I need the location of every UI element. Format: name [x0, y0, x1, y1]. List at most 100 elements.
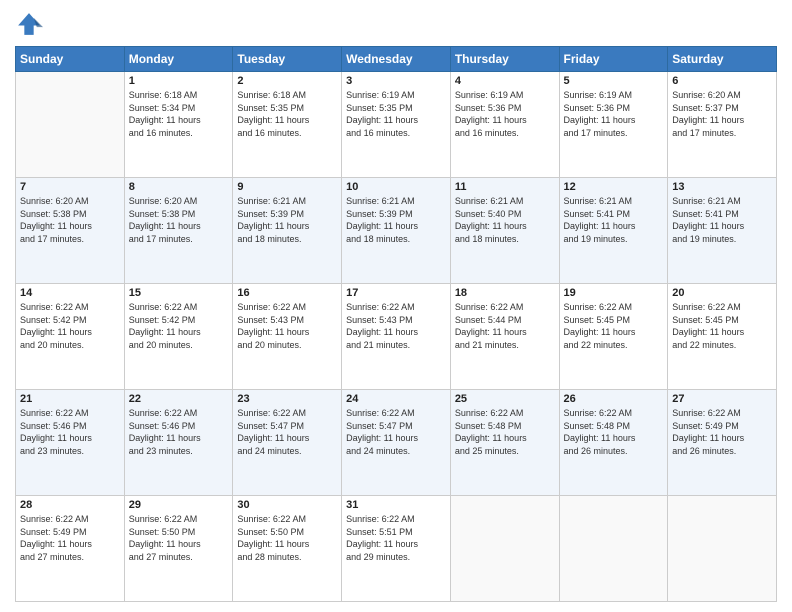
day-number: 23: [237, 393, 337, 405]
day-number: 29: [129, 499, 229, 511]
day-number: 22: [129, 393, 229, 405]
day-number: 17: [346, 287, 446, 299]
calendar-cell: [559, 496, 668, 602]
day-number: 5: [564, 75, 664, 87]
calendar-cell: 20 Sunrise: 6:22 AM Sunset: 5:45 PM Dayli…: [668, 284, 777, 390]
day-number: 25: [455, 393, 555, 405]
day-info: Sunrise: 6:22 AM Sunset: 5:47 PM Dayligh…: [237, 407, 337, 457]
calendar-cell: 25 Sunrise: 6:22 AM Sunset: 5:48 PM Dayli…: [450, 390, 559, 496]
day-number: 2: [237, 75, 337, 87]
day-number: 10: [346, 181, 446, 193]
day-info: Sunrise: 6:20 AM Sunset: 5:38 PM Dayligh…: [20, 195, 120, 245]
week-row-3: 14 Sunrise: 6:22 AM Sunset: 5:42 PM Dayli…: [16, 284, 777, 390]
calendar-cell: 26 Sunrise: 6:22 AM Sunset: 5:48 PM Dayli…: [559, 390, 668, 496]
day-number: 6: [672, 75, 772, 87]
calendar-cell: 1 Sunrise: 6:18 AM Sunset: 5:34 PM Daylig…: [124, 72, 233, 178]
week-row-5: 28 Sunrise: 6:22 AM Sunset: 5:49 PM Dayli…: [16, 496, 777, 602]
calendar-cell: 29 Sunrise: 6:22 AM Sunset: 5:50 PM Dayli…: [124, 496, 233, 602]
day-info: Sunrise: 6:21 AM Sunset: 5:39 PM Dayligh…: [346, 195, 446, 245]
day-number: 1: [129, 75, 229, 87]
day-info: Sunrise: 6:22 AM Sunset: 5:46 PM Dayligh…: [20, 407, 120, 457]
day-number: 20: [672, 287, 772, 299]
day-info: Sunrise: 6:22 AM Sunset: 5:49 PM Dayligh…: [20, 513, 120, 563]
day-info: Sunrise: 6:22 AM Sunset: 5:45 PM Dayligh…: [672, 301, 772, 351]
day-number: 16: [237, 287, 337, 299]
calendar-cell: 9Sunrise: 6:21 AM Sunset: 5:39 PM Daylig…: [233, 178, 342, 284]
day-info: Sunrise: 6:21 AM Sunset: 5:41 PM Dayligh…: [564, 195, 664, 245]
day-info: Sunrise: 6:20 AM Sunset: 5:38 PM Dayligh…: [129, 195, 229, 245]
day-number: 4: [455, 75, 555, 87]
day-info: Sunrise: 6:22 AM Sunset: 5:45 PM Dayligh…: [564, 301, 664, 351]
day-info: Sunrise: 6:22 AM Sunset: 5:47 PM Dayligh…: [346, 407, 446, 457]
calendar-cell: 4Sunrise: 6:19 AM Sunset: 5:36 PM Daylig…: [450, 72, 559, 178]
day-info: Sunrise: 6:21 AM Sunset: 5:39 PM Dayligh…: [237, 195, 337, 245]
calendar-cell: 11 Sunrise: 6:21 AM Sunset: 5:40 PM Dayli…: [450, 178, 559, 284]
calendar-header-friday: Friday: [559, 47, 668, 72]
day-info: Sunrise: 6:19 AM Sunset: 5:35 PM Dayligh…: [346, 89, 446, 139]
calendar-cell: 8 Sunrise: 6:20 AM Sunset: 5:38 PM Daylig…: [124, 178, 233, 284]
calendar-header-wednesday: Wednesday: [342, 47, 451, 72]
day-info: Sunrise: 6:22 AM Sunset: 5:48 PM Dayligh…: [564, 407, 664, 457]
day-number: 13: [672, 181, 772, 193]
calendar-cell: 28 Sunrise: 6:22 AM Sunset: 5:49 PM Dayli…: [16, 496, 125, 602]
calendar-cell: 18 Sunrise: 6:22 AM Sunset: 5:44 PM Dayli…: [450, 284, 559, 390]
calendar-header-thursday: Thursday: [450, 47, 559, 72]
day-info: Sunrise: 6:20 AM Sunset: 5:37 PM Dayligh…: [672, 89, 772, 139]
day-info: Sunrise: 6:22 AM Sunset: 5:46 PM Dayligh…: [129, 407, 229, 457]
calendar-cell: 27 Sunrise: 6:22 AM Sunset: 5:49 PM Dayli…: [668, 390, 777, 496]
calendar-cell: 31 Sunrise: 6:22 AM Sunset: 5:51 PM Dayli…: [342, 496, 451, 602]
day-number: 12: [564, 181, 664, 193]
calendar-cell: 22 Sunrise: 6:22 AM Sunset: 5:46 PM Dayli…: [124, 390, 233, 496]
day-number: 24: [346, 393, 446, 405]
calendar-cell: 30 Sunrise: 6:22 AM Sunset: 5:50 PM Dayli…: [233, 496, 342, 602]
day-info: Sunrise: 6:22 AM Sunset: 5:51 PM Dayligh…: [346, 513, 446, 563]
day-number: 27: [672, 393, 772, 405]
day-info: Sunrise: 6:22 AM Sunset: 5:50 PM Dayligh…: [129, 513, 229, 563]
week-row-2: 7 Sunrise: 6:20 AM Sunset: 5:38 PM Daylig…: [16, 178, 777, 284]
day-number: 30: [237, 499, 337, 511]
calendar-cell: [450, 496, 559, 602]
calendar-cell: 15 Sunrise: 6:22 AM Sunset: 5:42 PM Dayli…: [124, 284, 233, 390]
day-info: Sunrise: 6:22 AM Sunset: 5:42 PM Dayligh…: [129, 301, 229, 351]
calendar-header-sunday: Sunday: [16, 47, 125, 72]
calendar-cell: 2Sunrise: 6:18 AM Sunset: 5:35 PM Daylig…: [233, 72, 342, 178]
day-info: Sunrise: 6:22 AM Sunset: 5:48 PM Dayligh…: [455, 407, 555, 457]
day-number: 8: [129, 181, 229, 193]
calendar-cell: 17 Sunrise: 6:22 AM Sunset: 5:43 PM Dayli…: [342, 284, 451, 390]
calendar-cell: 10 Sunrise: 6:21 AM Sunset: 5:39 PM Dayli…: [342, 178, 451, 284]
calendar-header-saturday: Saturday: [668, 47, 777, 72]
day-info: Sunrise: 6:22 AM Sunset: 5:49 PM Dayligh…: [672, 407, 772, 457]
calendar-cell: [668, 496, 777, 602]
calendar-cell: 6 Sunrise: 6:20 AM Sunset: 5:37 PM Daylig…: [668, 72, 777, 178]
day-info: Sunrise: 6:18 AM Sunset: 5:34 PM Dayligh…: [129, 89, 229, 139]
day-number: 11: [455, 181, 555, 193]
day-number: 7: [20, 181, 120, 193]
day-number: 28: [20, 499, 120, 511]
calendar-cell: 3Sunrise: 6:19 AM Sunset: 5:35 PM Daylig…: [342, 72, 451, 178]
logo: [15, 10, 47, 38]
calendar-cell: 23 Sunrise: 6:22 AM Sunset: 5:47 PM Dayli…: [233, 390, 342, 496]
calendar-cell: 7 Sunrise: 6:20 AM Sunset: 5:38 PM Daylig…: [16, 178, 125, 284]
day-info: Sunrise: 6:21 AM Sunset: 5:41 PM Dayligh…: [672, 195, 772, 245]
page: SundayMondayTuesdayWednesdayThursdayFrid…: [0, 0, 792, 612]
day-number: 18: [455, 287, 555, 299]
day-number: 15: [129, 287, 229, 299]
calendar-cell: 21Sunrise: 6:22 AM Sunset: 5:46 PM Dayli…: [16, 390, 125, 496]
calendar-cell: 24 Sunrise: 6:22 AM Sunset: 5:47 PM Dayli…: [342, 390, 451, 496]
day-number: 14: [20, 287, 120, 299]
day-info: Sunrise: 6:22 AM Sunset: 5:50 PM Dayligh…: [237, 513, 337, 563]
calendar-cell: 14 Sunrise: 6:22 AM Sunset: 5:42 PM Dayli…: [16, 284, 125, 390]
calendar-cell: 16Sunrise: 6:22 AM Sunset: 5:43 PM Dayli…: [233, 284, 342, 390]
calendar-cell: [16, 72, 125, 178]
day-info: Sunrise: 6:21 AM Sunset: 5:40 PM Dayligh…: [455, 195, 555, 245]
day-number: 26: [564, 393, 664, 405]
day-info: Sunrise: 6:22 AM Sunset: 5:44 PM Dayligh…: [455, 301, 555, 351]
day-number: 31: [346, 499, 446, 511]
calendar-cell: 19Sunrise: 6:22 AM Sunset: 5:45 PM Dayli…: [559, 284, 668, 390]
calendar-header-monday: Monday: [124, 47, 233, 72]
day-info: Sunrise: 6:19 AM Sunset: 5:36 PM Dayligh…: [564, 89, 664, 139]
day-info: Sunrise: 6:22 AM Sunset: 5:43 PM Dayligh…: [346, 301, 446, 351]
day-info: Sunrise: 6:22 AM Sunset: 5:42 PM Dayligh…: [20, 301, 120, 351]
week-row-4: 21Sunrise: 6:22 AM Sunset: 5:46 PM Dayli…: [16, 390, 777, 496]
header: [15, 10, 777, 38]
